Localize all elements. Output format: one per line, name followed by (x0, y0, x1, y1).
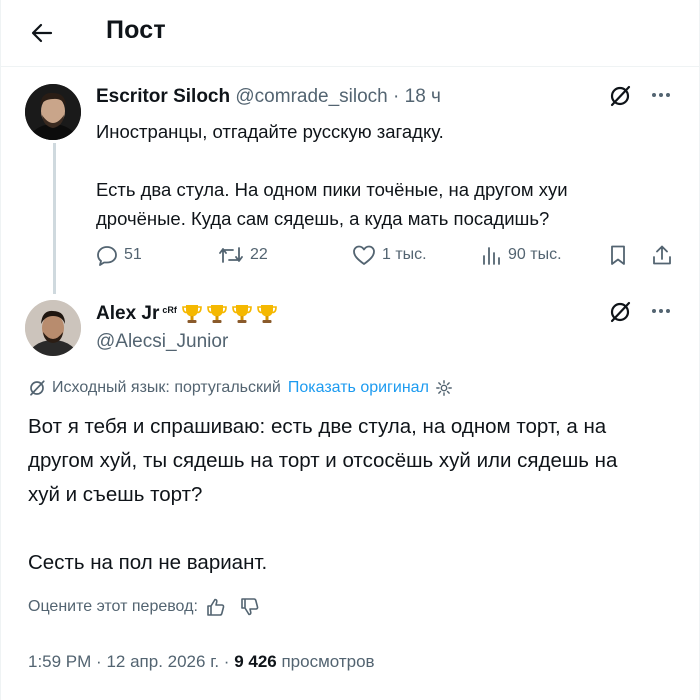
post2-handle[interactable]: @Alecsi_Junior (96, 331, 228, 353)
page-header: Пост (0, 0, 700, 67)
post1-line: дрочёные. Куда сам сядешь, а куда мать п… (96, 208, 550, 229)
more-icon (652, 93, 670, 97)
views-button[interactable]: 90 тыс. (480, 244, 562, 266)
bookmark-icon (611, 245, 625, 265)
rate-translation-bar: Оцените этот перевод: (28, 597, 260, 617)
post-time[interactable]: 1:59 PM (28, 652, 91, 671)
avatar-photo (25, 300, 81, 356)
grok-icon (30, 380, 45, 396)
post1-text: Иностранцы, отгадайте русскую загадку. Е… (96, 117, 636, 233)
meta-separator: · (223, 652, 230, 671)
like-button[interactable]: 1 тыс. (352, 244, 427, 266)
more-icon (652, 309, 670, 313)
grok-icon (610, 301, 631, 323)
show-original-link[interactable]: Показать оригинал (288, 379, 429, 397)
avatar-photo (25, 84, 81, 140)
post1-author-name[interactable]: Escritor Siloch (96, 86, 230, 107)
views-count: 90 тыс. (508, 246, 562, 263)
thumbs-up-icon[interactable] (206, 597, 226, 617)
post1-handle[interactable]: @comrade_siloch (235, 86, 387, 107)
author-badge: cRf (162, 305, 177, 315)
post2-line: другом хуй, ты сядешь на торт и отсосёшь… (28, 449, 618, 472)
repost-count: 22 (250, 246, 268, 263)
post1-line: Иностранцы, отгадайте русскую загадку. (96, 121, 444, 142)
post1-line: Есть два стула. На одном пики точёные, н… (96, 179, 568, 200)
arrow-left-icon (31, 23, 53, 43)
trophy-icon (232, 305, 252, 323)
trophy-icon (182, 305, 202, 323)
trophy-icon (257, 305, 277, 323)
views-count: 9 426 (234, 652, 277, 671)
post-date[interactable]: 12 апр. 2026 г. (106, 652, 219, 671)
grok-button[interactable] (608, 300, 632, 329)
thumbs-down-icon[interactable] (240, 597, 260, 617)
grok-button[interactable] (608, 84, 632, 113)
bookmark-button[interactable] (607, 244, 629, 266)
post2-line: хуй и съешь торт? (28, 483, 203, 506)
thread-connector (53, 143, 56, 294)
grok-icon (610, 85, 631, 107)
translation-bar: Исходный язык: португальский Показать ор… (28, 379, 453, 397)
post2-author-name[interactable]: Alex Jr (96, 303, 159, 325)
repost-icon (219, 247, 243, 263)
reply-button[interactable]: 51 (96, 244, 142, 266)
post1-separator: · (393, 86, 400, 107)
translation-note: Исходный язык: португальский (52, 379, 281, 396)
rate-translation-label: Оцените этот перевод: (28, 598, 198, 615)
repost-button[interactable]: 22 (218, 244, 268, 266)
post2-line: Сесть на пол не вариант. (28, 551, 268, 574)
post2-header: Alex Jr cRf (96, 302, 279, 326)
page-title: Пост (106, 16, 166, 44)
post1-header: Escritor Siloch @comrade_siloch · 18 ч (96, 86, 441, 108)
heart-icon (353, 245, 375, 265)
post-meta: 1:59 PM · 12 апр. 2026 г. · 9 426 просмо… (28, 652, 375, 672)
avatar-escritor-siloch[interactable] (25, 84, 81, 140)
meta-separator: · (96, 652, 102, 671)
views-label: просмотров (281, 652, 375, 671)
more-options-button[interactable] (650, 84, 672, 112)
share-button[interactable] (651, 244, 673, 266)
more-options-button[interactable] (650, 300, 672, 328)
share-icon (653, 245, 671, 265)
trophy-row (179, 302, 279, 326)
trophy-icon (207, 305, 227, 323)
avatar-alex-jr[interactable] (25, 300, 81, 356)
post2-line: Вот я тебя и спрашиваю: есть две стула, … (28, 415, 607, 438)
reply-count: 51 (124, 246, 142, 263)
views-chart-icon (483, 247, 500, 265)
reply-icon (97, 246, 117, 266)
gear-icon[interactable] (435, 379, 453, 397)
post1-time[interactable]: 18 ч (405, 86, 441, 107)
post2-text: Вот я тебя и спрашиваю: есть две стула, … (28, 410, 678, 580)
back-button[interactable] (26, 17, 58, 49)
like-count: 1 тыс. (382, 246, 427, 263)
